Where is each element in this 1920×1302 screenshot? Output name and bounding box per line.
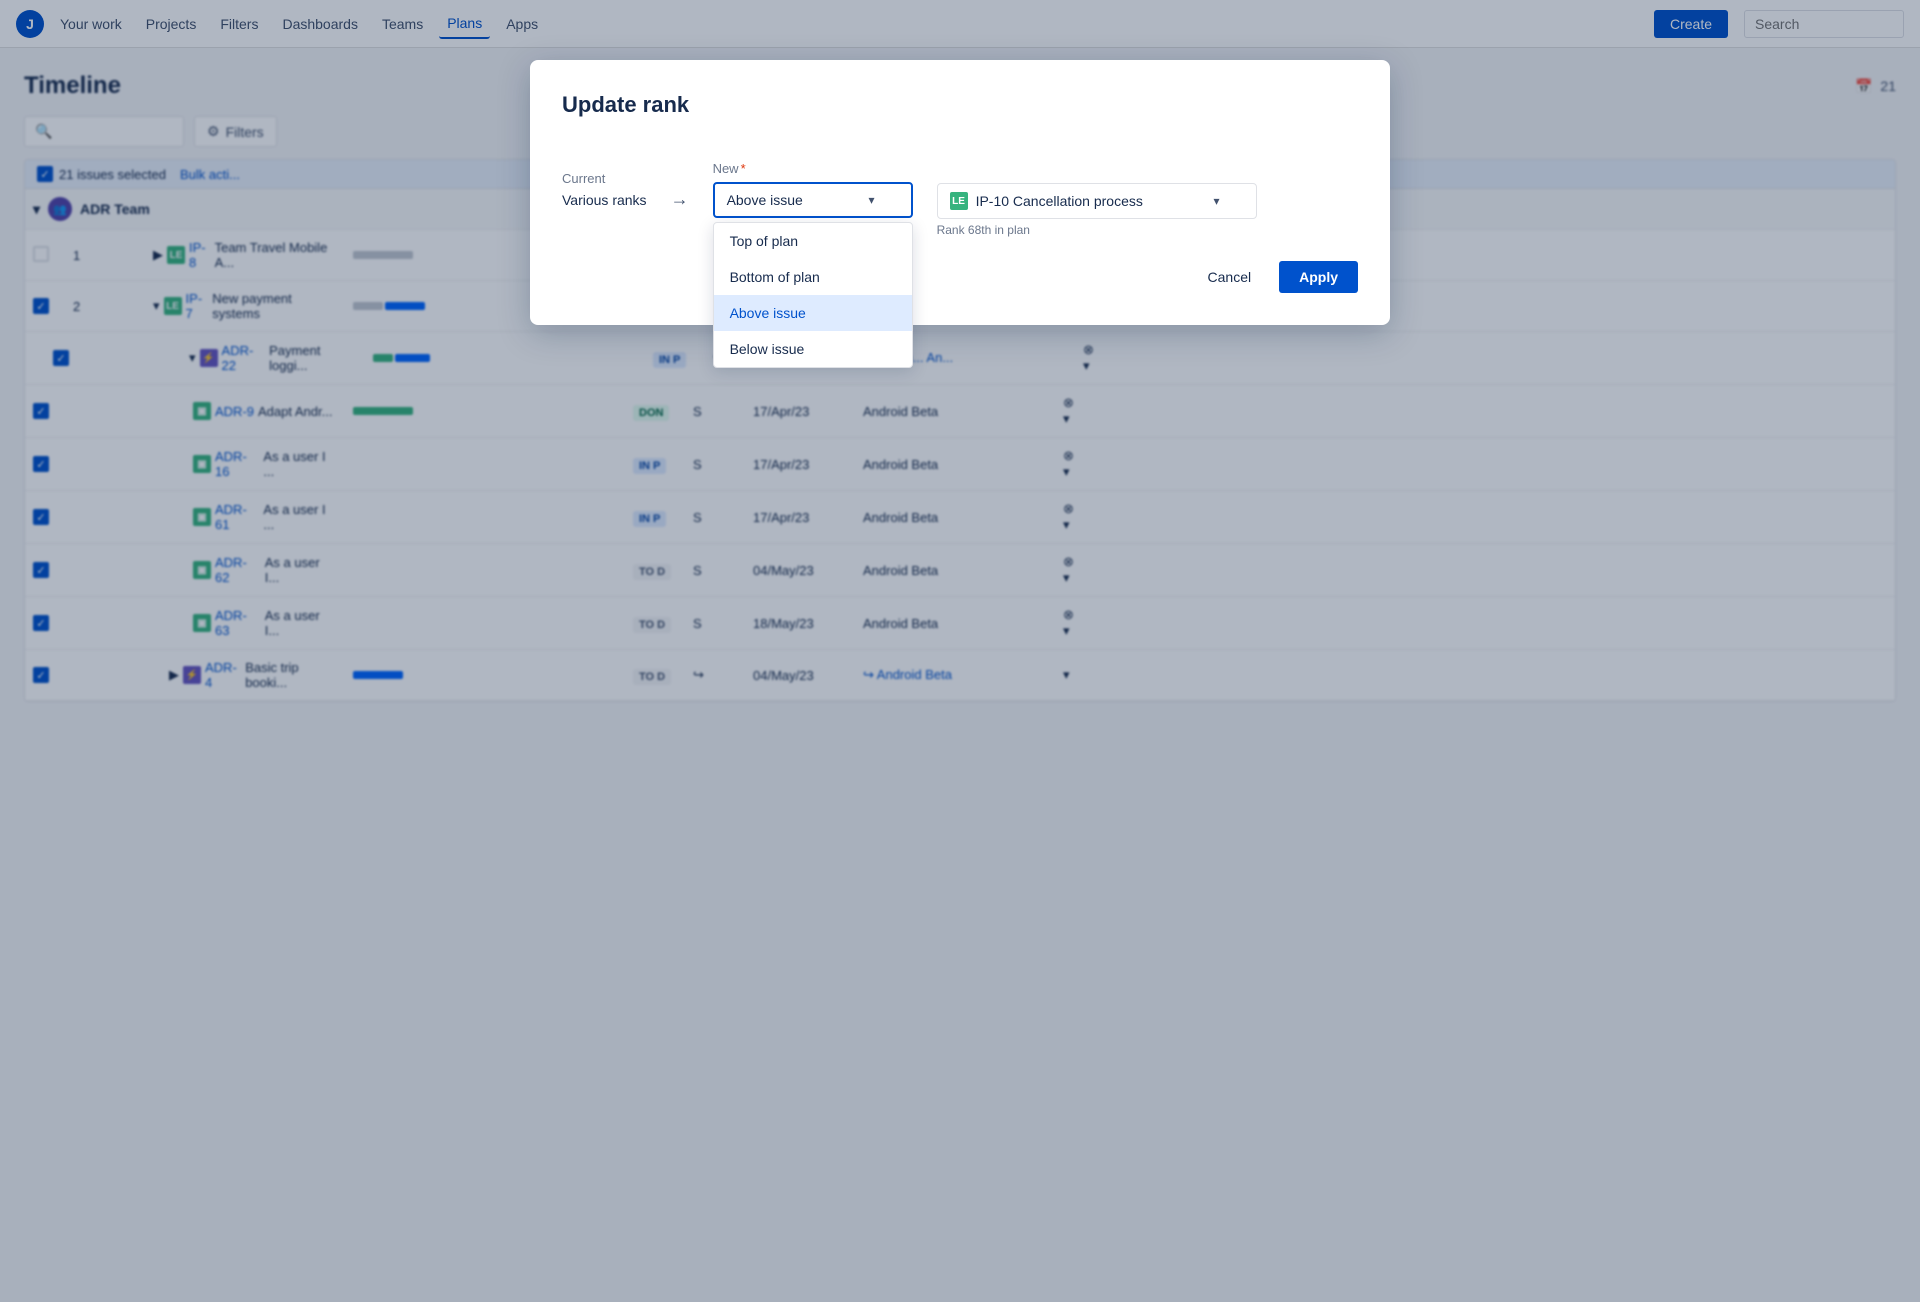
current-value: Various ranks — [562, 192, 647, 208]
modal-fields: Current Various ranks → New* Above issue… — [562, 142, 1358, 237]
dropdown-item-bottom-of-plan[interactable]: Bottom of plan — [714, 259, 912, 295]
dropdown-item-top-of-plan[interactable]: Top of plan — [714, 223, 912, 259]
modal-title: Update rank — [562, 92, 1358, 118]
current-label: Current — [562, 171, 647, 186]
modal-footer: Cancel Apply — [562, 261, 1358, 293]
issue-label-text: IP-10 Cancellation process — [976, 193, 1143, 209]
modal-overlay: Update rank Current Various ranks → New*… — [0, 0, 1920, 1302]
required-marker: * — [741, 161, 746, 176]
rank-hint: Rank 68th in plan — [937, 223, 1257, 237]
update-rank-modal: Update rank Current Various ranks → New*… — [530, 60, 1390, 325]
dropdown-item-below-issue[interactable]: Below issue — [714, 331, 912, 367]
current-field: Current Various ranks — [562, 171, 647, 208]
apply-button[interactable]: Apply — [1279, 261, 1358, 293]
arrow-icon: → — [671, 189, 689, 210]
selected-option-text: Above issue — [727, 192, 803, 208]
dropdown-item-above-issue[interactable]: Above issue — [714, 295, 912, 331]
rank-dropdown-menu: Top of plan Bottom of plan Above issue B… — [713, 222, 913, 368]
cancel-button[interactable]: Cancel — [1192, 261, 1268, 293]
new-rank-select[interactable]: Above issue ▾ — [713, 182, 913, 218]
issue-icon-le: LE — [950, 192, 968, 210]
new-field: New* Above issue ▾ Top of plan Bottom of… — [713, 161, 913, 218]
issue-chevron-icon: ▾ — [1214, 194, 1220, 208]
chevron-down-icon: ▾ — [869, 193, 875, 207]
new-select-wrapper: Above issue ▾ Top of plan Bottom of plan… — [713, 182, 913, 218]
issue-field: Issue LE IP-10 Cancellation process ▾ Ra… — [937, 162, 1257, 237]
new-label: New* — [713, 161, 913, 176]
issue-select[interactable]: LE IP-10 Cancellation process ▾ — [937, 183, 1257, 219]
